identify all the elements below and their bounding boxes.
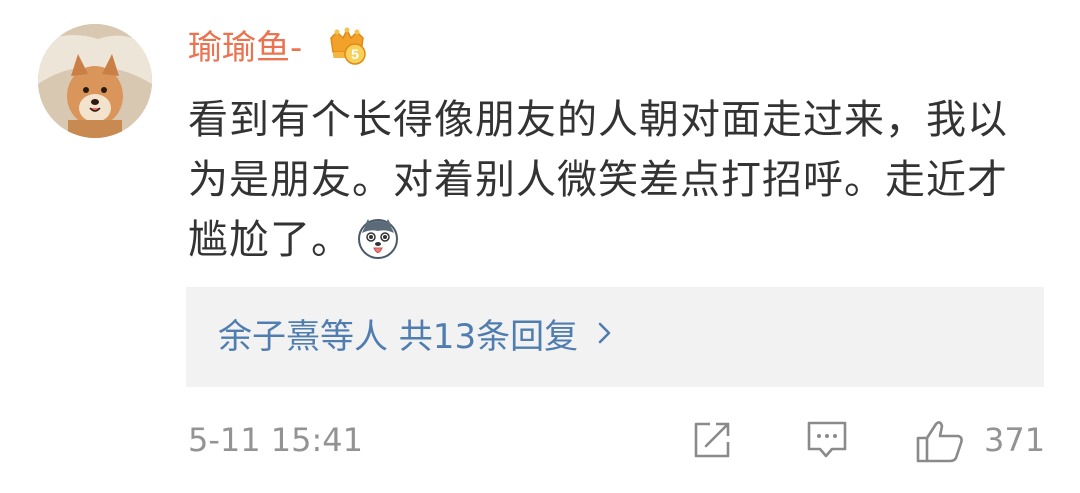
timestamp: 5-11 15:41 xyxy=(188,421,364,459)
thumbs-up-icon[interactable] xyxy=(914,418,966,468)
comment-text-body: 看到有个长得像朋友的人朝对面走过来，我以为是朋友。对着别人微笑差点打招呼。走近才… xyxy=(188,97,1008,263)
husky-tongue-emoji xyxy=(356,217,400,261)
reply-summary-box[interactable]: 余子熹等人 共13条回复 xyxy=(186,287,1044,387)
like-count[interactable]: 371 xyxy=(984,416,1045,464)
shiba-avatar-image xyxy=(38,24,152,138)
comment-text: 看到有个长得像朋友的人朝对面走过来，我以为是朋友。对着别人微笑差点打招呼。走近才… xyxy=(188,90,1046,270)
share-icon[interactable] xyxy=(690,418,734,466)
reply-summary-label: 余子熹等人 共13条回复 xyxy=(218,317,579,357)
crown-level-5-icon[interactable]: 5 xyxy=(325,24,369,68)
username[interactable]: 瑜瑜鱼- xyxy=(188,26,302,70)
chevron-right-icon xyxy=(596,287,614,387)
badge-level: 5 xyxy=(351,46,359,62)
reply-summary-link[interactable]: 余子熹等人 共13条回复 xyxy=(218,287,614,387)
comment-icon[interactable] xyxy=(804,418,850,466)
avatar[interactable] xyxy=(38,24,152,138)
